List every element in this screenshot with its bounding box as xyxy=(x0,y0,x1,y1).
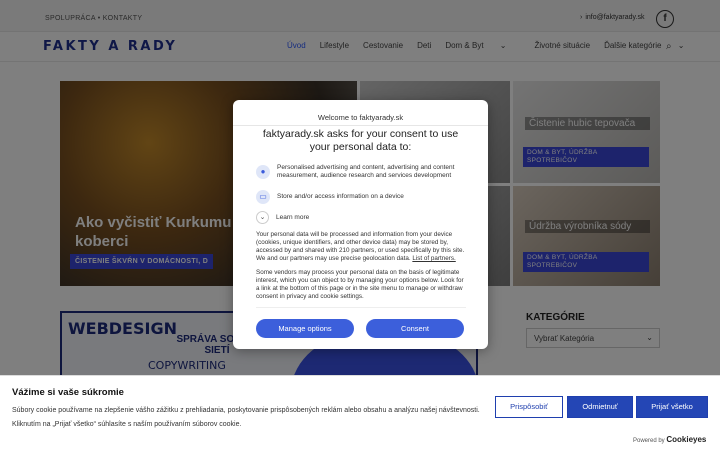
consent-dialog: Welcome to faktyarady.sk faktyarady.sk a… xyxy=(233,100,488,349)
consent-button[interactable]: Consent xyxy=(366,319,464,338)
cookieyes-logo: Cookieyes xyxy=(666,435,707,444)
learn-more-toggle[interactable]: ⌄ Learn more xyxy=(256,211,471,224)
customize-button[interactable]: Prispôsobiť xyxy=(495,396,563,418)
accept-all-button[interactable]: Prijať všetko xyxy=(636,396,708,418)
cookie-banner: Vážime si vaše súkromie Súbory cookie po… xyxy=(0,375,720,450)
powered-by: Powered by Cookieyes xyxy=(633,435,707,444)
manage-options-button[interactable]: Manage options xyxy=(256,319,354,338)
cookie-banner-text: Súbory cookie používame na zlepšenie váš… xyxy=(12,407,480,428)
purpose-item: ▭ Store and/or access information on a d… xyxy=(256,190,471,204)
chevron-down-icon: ⌄ xyxy=(256,211,269,224)
consent-welcome: Welcome to faktyarady.sk xyxy=(317,113,404,122)
consent-body-1: Your personal data will be processed and… xyxy=(256,231,465,262)
divider xyxy=(233,125,488,126)
device-icon: ▭ xyxy=(256,190,270,204)
purpose-item: ● Personalised advertising and content, … xyxy=(256,164,471,180)
divider xyxy=(256,307,466,308)
reject-button[interactable]: Odmietnuť xyxy=(567,396,633,418)
partners-link[interactable]: List of partners. xyxy=(412,255,455,262)
person-icon: ● xyxy=(256,165,270,179)
consent-body-2: Some vendors may process your personal d… xyxy=(256,269,464,300)
consent-title: faktyarady.sk asks for your consent to u… xyxy=(262,128,459,153)
cookie-banner-title: Vážime si vaše súkromie xyxy=(12,387,124,398)
